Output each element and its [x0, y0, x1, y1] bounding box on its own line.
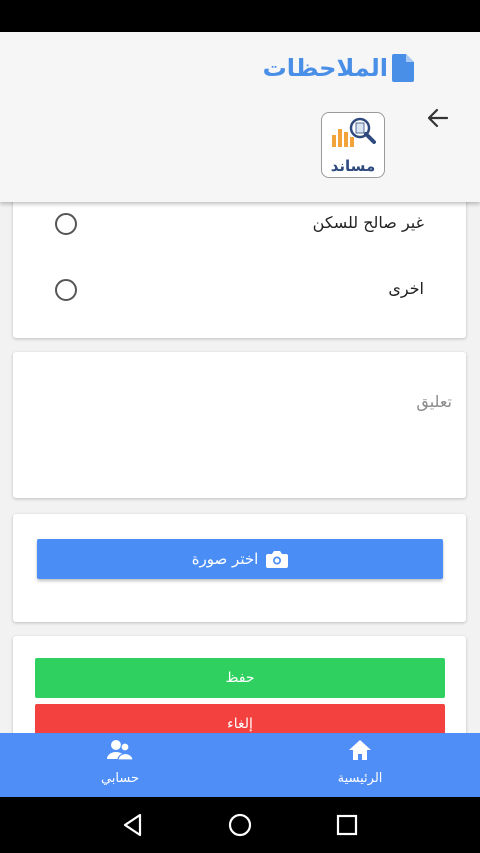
system-recents-button[interactable] — [333, 811, 361, 839]
home-icon — [349, 740, 371, 760]
system-back-button[interactable] — [119, 811, 147, 839]
radio-other[interactable] — [55, 279, 77, 301]
system-home-button[interactable] — [226, 811, 254, 839]
bottom-nav: حسابي الرئيسية — [0, 733, 480, 797]
choose-image-label: اختر صورة — [191, 550, 259, 568]
page-title: الملاحظات — [262, 54, 388, 82]
camera-icon — [266, 551, 289, 568]
square-recents-icon — [336, 814, 358, 836]
nav-account-label: حسابي — [100, 771, 140, 786]
app-logo: مساند — [321, 112, 385, 178]
logo-magnifier-icon — [332, 117, 376, 147]
option-label: اخرى — [388, 279, 424, 298]
nav-home-label: الرئيسية — [337, 771, 383, 786]
nav-account[interactable]: حسابي — [50, 733, 190, 797]
radio-uninhabitable[interactable] — [55, 213, 77, 235]
triangle-back-icon — [123, 813, 142, 837]
logo-text: مساند — [330, 157, 376, 175]
option-uninhabitable[interactable]: غير صالح للسكن — [13, 203, 466, 243]
option-other[interactable]: اخرى — [13, 269, 466, 309]
nav-home[interactable]: الرئيسية — [290, 733, 430, 797]
circle-home-icon — [228, 813, 252, 837]
app-header: الملاحظات مساند — [0, 32, 480, 202]
users-icon — [107, 740, 133, 761]
options-card: غير صالح للسكن اخرى — [13, 180, 466, 338]
image-picker-card: اختر صورة — [13, 514, 466, 622]
option-label: غير صالح للسكن — [312, 213, 424, 232]
document-icon — [392, 54, 414, 82]
back-button[interactable] — [424, 104, 452, 132]
save-button[interactable]: حفظ — [35, 658, 445, 698]
arrow-left-icon — [427, 108, 449, 128]
comment-field[interactable] — [27, 392, 452, 482]
status-bar — [0, 0, 480, 32]
choose-image-button[interactable]: اختر صورة — [37, 539, 443, 579]
comment-card — [13, 352, 466, 498]
system-nav-bar — [0, 797, 480, 853]
